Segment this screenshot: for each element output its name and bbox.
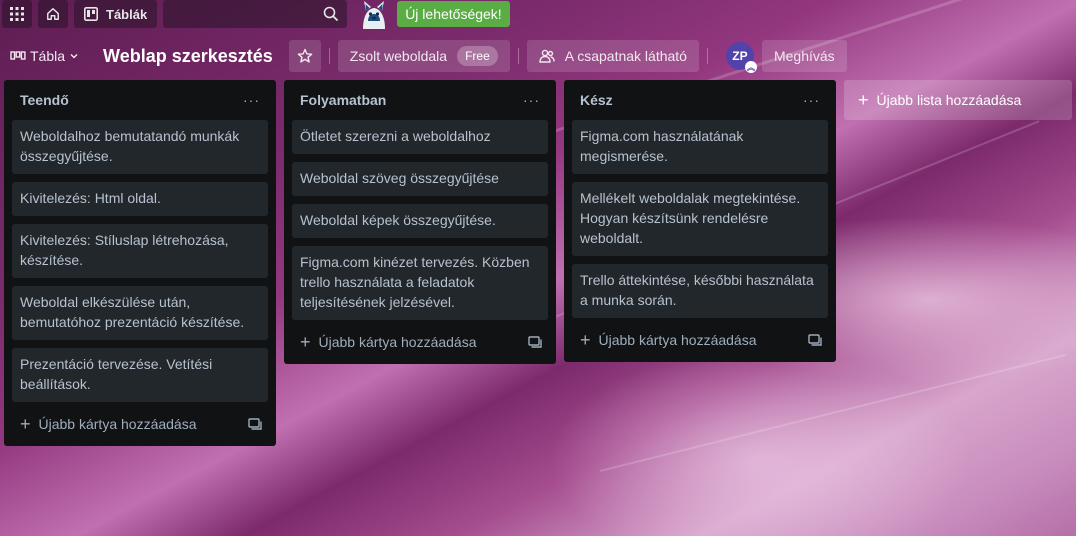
list-header: Folyamatban ··· <box>292 88 548 112</box>
add-card-row: + Újabb kártya hozzáadása <box>292 328 548 356</box>
list-card[interactable]: Trello áttekintése, későbbi használata a… <box>572 264 828 318</box>
top-navigation: Táblák Új lehetőségek! <box>0 0 1076 29</box>
list-card[interactable]: Weboldal szöveg összegyűjtése <box>292 162 548 196</box>
list-card[interactable]: Weboldal képek összegyűjtése. <box>292 204 548 238</box>
add-card-row: + Újabb kártya hozzáadása <box>12 410 268 438</box>
divider <box>328 48 330 64</box>
plus-icon: + <box>300 332 311 352</box>
visibility-button[interactable]: A csapatnak látható <box>526 40 699 72</box>
avatar[interactable]: ZP ︽ <box>725 42 757 73</box>
boards-label: Táblák <box>106 6 148 22</box>
search-input[interactable] <box>163 0 348 28</box>
boards-icon <box>84 7 98 21</box>
list-menu-icon[interactable]: ··· <box>803 92 820 108</box>
plus-icon: + <box>858 90 869 110</box>
home-button[interactable] <box>38 0 68 28</box>
list-card[interactable]: Mellékelt weboldalak megtekintése. Hogya… <box>572 182 828 256</box>
add-card-label: Újabb kártya hozzáadása <box>38 416 197 432</box>
star-button[interactable] <box>288 40 321 72</box>
board-title[interactable]: Weblap szerkesztés <box>95 40 281 72</box>
star-icon <box>297 48 313 63</box>
apps-grid-icon <box>10 7 24 21</box>
list-header: Teendő ··· <box>12 88 268 112</box>
team-visibility-icon <box>539 49 555 63</box>
view-label: Tábla <box>30 48 66 64</box>
list-card[interactable]: Figma.com használatának megismerése. <box>572 120 828 174</box>
list-title[interactable]: Folyamatban <box>300 92 386 108</box>
boards-button[interactable]: Táblák <box>74 0 158 28</box>
admin-chevron-icon: ︽ <box>744 61 757 73</box>
board-view-icon <box>10 51 26 60</box>
add-card-row: + Újabb kártya hozzáadása <box>572 326 828 354</box>
list-card[interactable]: Weboldalhoz bemutatandó munkák összegyűj… <box>12 120 268 174</box>
plus-icon: + <box>580 330 591 350</box>
list-card[interactable]: Weboldal elkészülése után, bemutatóhoz p… <box>12 286 268 340</box>
card-template-icon[interactable] <box>248 418 262 430</box>
list-done: Kész ··· Figma.com használatának megisme… <box>564 80 836 362</box>
add-list-button[interactable]: + Újabb lista hozzáadása <box>844 80 1072 120</box>
add-card-label: Újabb kártya hozzáadása <box>598 332 757 348</box>
list-card[interactable]: Ötletet szerezni a weboldalhoz <box>292 120 548 154</box>
list-todo: Teendő ··· Weboldalhoz bemutatandó munká… <box>4 80 276 446</box>
list-title[interactable]: Kész <box>580 92 613 108</box>
apps-button[interactable] <box>2 0 32 28</box>
add-card-label: Újabb kártya hozzáadása <box>318 334 477 350</box>
avatar-initials: ZP <box>732 49 748 63</box>
add-card-button[interactable]: + Újabb kártya hozzáadása <box>20 415 197 433</box>
chevron-down-icon <box>70 54 78 59</box>
divider <box>517 48 519 64</box>
divider <box>706 48 708 64</box>
visibility-label: A csapatnak látható <box>564 48 687 64</box>
list-card[interactable]: Prezentáció tervezése. Vetítési beállítá… <box>12 348 268 402</box>
card-template-icon[interactable] <box>528 336 542 348</box>
new-opportunities-button[interactable]: Új lehetőségek! <box>397 1 510 27</box>
taco-mascot-icon[interactable] <box>357 0 391 29</box>
list-card[interactable]: Figma.com kinézet tervezés. Közben trell… <box>292 246 548 320</box>
invite-button[interactable]: Meghívás <box>761 40 847 72</box>
list-header: Kész ··· <box>572 88 828 112</box>
workspace-button[interactable]: Zsolt weboldala Free <box>337 40 510 72</box>
add-card-button[interactable]: + Újabb kártya hozzáadása <box>580 331 757 349</box>
workspace-label: Zsolt weboldala <box>349 48 448 64</box>
free-badge: Free <box>457 46 498 66</box>
add-card-button[interactable]: + Újabb kártya hozzáadása <box>300 333 477 351</box>
plus-icon: + <box>20 414 31 434</box>
home-icon <box>47 8 59 20</box>
list-card[interactable]: Kivitelezés: Html oldal. <box>12 182 268 216</box>
board-header: Tábla Weblap szerkesztés Zsolt weboldala… <box>0 36 1076 76</box>
card-template-icon[interactable] <box>808 334 822 346</box>
search-icon <box>323 6 339 22</box>
list-in-progress: Folyamatban ··· Ötletet szerezni a webol… <box>284 80 556 364</box>
list-menu-icon[interactable]: ··· <box>523 92 540 108</box>
list-card[interactable]: Kivitelezés: Stíluslap létrehozása, kész… <box>12 224 268 278</box>
list-menu-icon[interactable]: ··· <box>243 92 260 108</box>
add-list-label: Újabb lista hozzáadása <box>876 92 1022 108</box>
view-switcher-button[interactable]: Tábla <box>4 40 85 72</box>
list-title[interactable]: Teendő <box>20 92 69 108</box>
